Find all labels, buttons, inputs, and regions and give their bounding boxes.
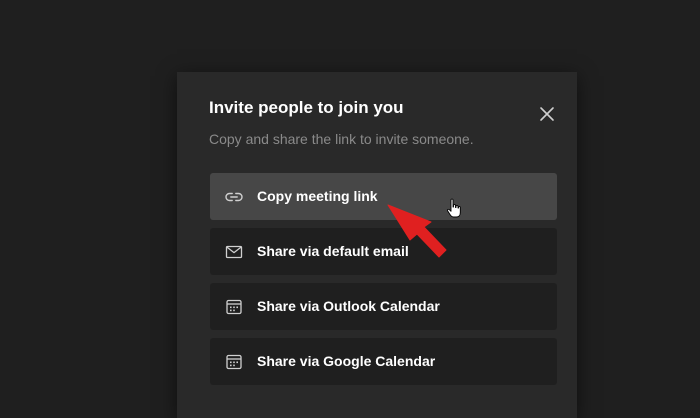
option-label: Share via Google Calendar xyxy=(257,353,436,369)
copy-meeting-link-button[interactable]: Copy meeting link xyxy=(210,173,557,220)
link-icon xyxy=(225,192,243,202)
share-via-google-calendar-button[interactable]: Share via Google Calendar xyxy=(210,338,557,385)
mail-icon xyxy=(225,245,243,259)
close-icon xyxy=(540,107,554,121)
option-label: Share via default email xyxy=(257,243,409,259)
option-label: Share via Outlook Calendar xyxy=(257,298,440,314)
close-button[interactable] xyxy=(535,102,559,126)
share-via-email-button[interactable]: Share via default email xyxy=(210,228,557,275)
share-options-list: Copy meeting link Share via default emai… xyxy=(210,173,557,393)
invite-dialog: Invite people to join you Copy and share… xyxy=(177,72,577,418)
share-via-outlook-calendar-button[interactable]: Share via Outlook Calendar xyxy=(210,283,557,330)
option-label: Copy meeting link xyxy=(257,188,378,204)
dialog-subtitle: Copy and share the link to invite someon… xyxy=(209,131,474,147)
calendar-icon xyxy=(226,299,242,315)
calendar-icon xyxy=(226,354,242,370)
dialog-title: Invite people to join you xyxy=(209,98,404,117)
